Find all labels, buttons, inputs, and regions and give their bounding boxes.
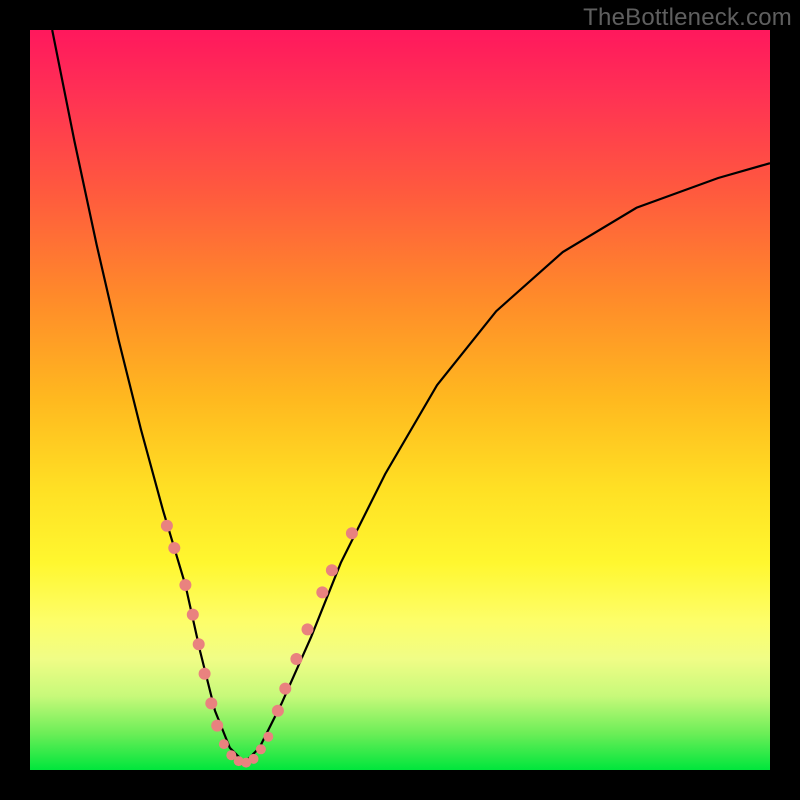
marker-group: [161, 520, 358, 768]
chart-container: TheBottleneck.com: [0, 0, 800, 800]
marker-dot: [211, 720, 223, 732]
chart-svg: [30, 30, 770, 770]
marker-dot: [272, 705, 284, 717]
plot-area: [30, 30, 770, 770]
marker-dot: [205, 697, 217, 709]
marker-dot: [193, 638, 205, 650]
bottleneck-curve: [52, 30, 770, 763]
marker-dot: [179, 579, 191, 591]
marker-dot: [290, 653, 302, 665]
marker-dot: [302, 623, 314, 635]
marker-dot: [326, 564, 338, 576]
marker-dot: [199, 668, 211, 680]
marker-dot: [316, 586, 328, 598]
watermark-text: TheBottleneck.com: [583, 4, 792, 32]
marker-dot: [256, 744, 266, 754]
marker-dot: [187, 609, 199, 621]
marker-dot: [161, 520, 173, 532]
marker-dot: [346, 527, 358, 539]
marker-dot: [279, 683, 291, 695]
marker-dot: [219, 739, 229, 749]
marker-dot: [263, 732, 273, 742]
marker-dot: [249, 754, 259, 764]
marker-dot: [168, 542, 180, 554]
